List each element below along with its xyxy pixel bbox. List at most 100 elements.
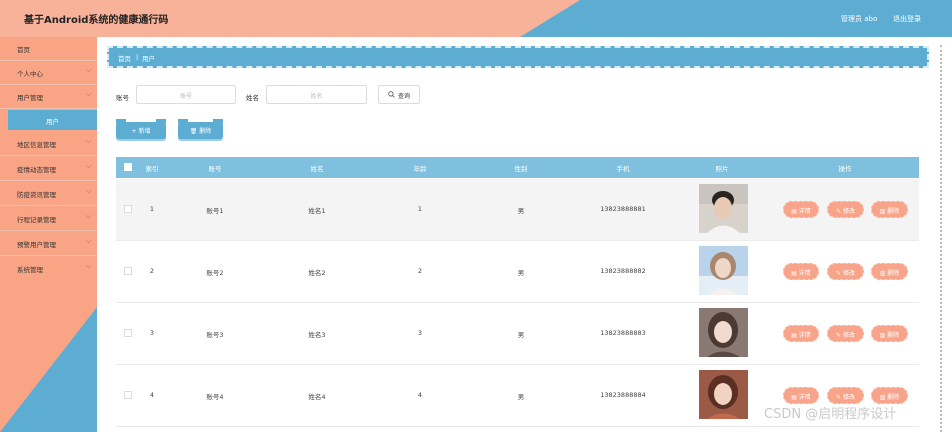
sidebar-item-user-management[interactable]: 用户管理 (0, 85, 97, 109)
sidebar-subitem-label: 用户 (46, 118, 59, 126)
edit-label: ✎ 修改 (836, 270, 855, 277)
table-header: 索引 账号 姓名 年龄 性别 手机 照片 操作 (116, 157, 919, 178)
edit-button[interactable]: ✎ 修改 (827, 325, 864, 342)
row-checkbox[interactable] (124, 267, 132, 275)
breadcrumb-home[interactable]: 首页 (118, 53, 131, 63)
sidebar-item-region[interactable]: 地区信息管理 (0, 132, 97, 156)
bulk-delete-label: 🗑 删除 (178, 126, 223, 135)
delete-button[interactable]: ▥ 删除 (871, 201, 908, 218)
name-placeholder: 姓名 (310, 93, 323, 100)
row-checkbox[interactable] (124, 205, 132, 213)
cell-gender: 男 (517, 331, 525, 339)
query-button-label: 查询 (398, 93, 411, 100)
top-header: 基于Android系统的健康通行码 管理员 abo 退出登录 (0, 0, 952, 37)
search-icon (388, 91, 395, 98)
sidebar-item-news[interactable]: 防疫资讯管理 (0, 182, 97, 206)
name-search-input[interactable]: 姓名 (266, 85, 367, 104)
sidebar-item-alert-users[interactable]: 预警用户管理 (0, 232, 97, 256)
cell-account: 账号3 (206, 331, 224, 339)
edit-label: ✎ 修改 (836, 394, 855, 401)
user-photo (699, 308, 748, 357)
select-all-checkbox[interactable] (124, 163, 132, 171)
add-button[interactable]: + 新增 (116, 119, 166, 139)
sidebar-item-label: 用户管理 (17, 94, 43, 102)
delete-label: ▥ 删除 (879, 332, 900, 339)
row-checkbox[interactable] (124, 391, 132, 399)
account-label: 账号 (116, 94, 129, 102)
cell-index: 2 (149, 267, 155, 275)
edit-label: ✎ 修改 (836, 332, 855, 339)
sidebar-item-epidemic[interactable]: 疫情动态管理 (0, 157, 97, 181)
edit-button[interactable]: ✎ 修改 (827, 263, 864, 280)
cell-gender: 男 (517, 269, 525, 277)
delete-button[interactable]: ▥ 删除 (871, 387, 908, 404)
delete-button[interactable]: ▥ 删除 (871, 263, 908, 280)
scrollbar-track[interactable] (940, 45, 942, 432)
chevron-down-icon (85, 214, 92, 219)
edit-label: ✎ 修改 (836, 208, 855, 215)
chevron-down-icon (85, 239, 92, 244)
breadcrumb-separator: | (136, 53, 139, 61)
cell-name: 姓名1 (308, 207, 326, 215)
detail-label: ▤ 详情 (791, 332, 811, 339)
logout-link[interactable]: 退出登录 (893, 14, 921, 24)
user-photo (699, 184, 748, 233)
column-header: 操作 (838, 165, 852, 173)
column-header: 索引 (145, 165, 159, 173)
cell-account: 账号1 (206, 207, 224, 215)
detail-button[interactable]: ▤ 详情 (783, 325, 819, 342)
column-header: 性别 (514, 165, 528, 173)
chevron-down-icon (85, 68, 92, 73)
header-blue-band (520, 0, 952, 37)
cell-age: 3 (417, 329, 423, 337)
cell-phone: 13823888884 (600, 391, 646, 399)
user-photo (699, 246, 748, 295)
column-header: 姓名 (310, 165, 324, 173)
delete-label: ▥ 删除 (879, 270, 900, 277)
edit-button[interactable]: ✎ 修改 (827, 201, 864, 218)
column-header: 账号 (208, 165, 222, 173)
column-header: 年龄 (413, 165, 427, 173)
chevron-down-icon (85, 264, 92, 269)
name-label: 姓名 (246, 94, 259, 102)
detail-label: ▤ 详情 (791, 208, 811, 215)
detail-label: ▤ 详情 (791, 270, 811, 277)
sidebar-item-profile[interactable]: 个人中心 (0, 61, 97, 85)
account-search-input[interactable]: 账号 (136, 85, 236, 104)
edit-button[interactable]: ✎ 修改 (827, 387, 864, 404)
cell-name: 姓名4 (308, 393, 326, 401)
delete-label: ▥ 删除 (879, 208, 900, 215)
cell-account: 账号4 (206, 393, 224, 401)
cell-account: 账号2 (206, 269, 224, 277)
chevron-down-icon (85, 164, 92, 169)
cell-index: 3 (149, 329, 155, 337)
detail-button[interactable]: ▤ 详情 (783, 263, 819, 280)
sidebar-item-label: 首页 (17, 46, 30, 54)
sidebar-item-label: 防疫资讯管理 (17, 191, 56, 199)
cell-name: 姓名2 (308, 269, 326, 277)
cell-phone: 13823888881 (600, 205, 646, 213)
watermark: CSDN @启明程序设计 (764, 407, 897, 422)
column-header: 照片 (715, 165, 729, 173)
cell-age: 1 (417, 205, 423, 213)
delete-button[interactable]: ▥ 删除 (871, 325, 908, 342)
sidebar-item-trips[interactable]: 行程记录管理 (0, 207, 97, 231)
add-button-label: + 新增 (131, 128, 151, 135)
sidebar-item-home[interactable]: 首页 (0, 37, 97, 61)
query-button[interactable]: 查询 (378, 85, 420, 104)
sidebar-item-label: 系统管理 (17, 266, 43, 274)
bulk-delete-button[interactable]: 🗑 删除 (178, 119, 223, 139)
sidebar-item-label: 预警用户管理 (17, 241, 56, 249)
sidebar: 首页 个人中心 用户管理 用户 地区信息管理 疫情动态管理 防疫资讯管理 行程记… (0, 37, 97, 432)
detail-button[interactable]: ▤ 详情 (783, 201, 819, 218)
chevron-down-icon (85, 92, 92, 97)
sidebar-decoration (0, 307, 97, 432)
sidebar-subitem-users[interactable]: 用户 (8, 110, 97, 130)
column-header: 手机 (616, 165, 630, 173)
cell-phone: 13823888882 (600, 267, 646, 275)
sidebar-item-system[interactable]: 系统管理 (0, 257, 97, 281)
trash-icon: 🗑 (189, 128, 198, 135)
chevron-down-icon (85, 189, 92, 194)
row-checkbox[interactable] (124, 329, 132, 337)
detail-button[interactable]: ▤ 详情 (783, 387, 819, 404)
